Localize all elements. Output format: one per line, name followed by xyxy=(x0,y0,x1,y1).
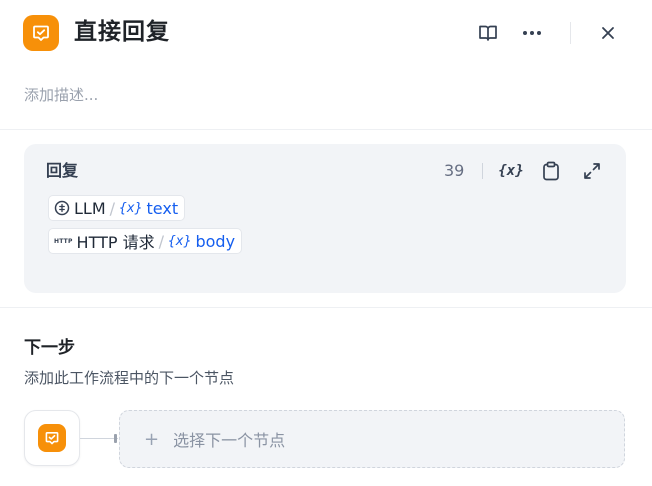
variable-name: body xyxy=(195,231,236,251)
count-divider xyxy=(482,163,483,179)
reply-editor[interactable]: 回复 39 {x} LLM / {x} text HTTP HTTP 请求 / … xyxy=(24,144,626,293)
header-divider xyxy=(570,22,571,44)
expand-icon[interactable] xyxy=(579,158,605,184)
plus-icon: + xyxy=(144,428,160,450)
divider xyxy=(0,129,652,130)
variable-icon: {x} xyxy=(167,233,192,249)
variable-node-name: LLM xyxy=(74,198,106,218)
current-node-thumb xyxy=(24,410,80,466)
select-next-node-label: 选择下一个节点 xyxy=(173,431,286,450)
llm-icon xyxy=(54,200,70,216)
char-count: 39 xyxy=(444,161,465,180)
connector-handle xyxy=(114,434,117,443)
variable-tag-http-body[interactable]: HTTP HTTP 请求 / {x} body xyxy=(48,228,243,254)
description-input[interactable]: 添加描述... xyxy=(24,84,98,106)
answer-node-icon xyxy=(38,424,66,452)
clipboard-icon[interactable] xyxy=(538,158,564,184)
reply-label: 回复 xyxy=(46,161,79,180)
panel-header: 直接回复 xyxy=(0,0,652,70)
more-icon[interactable] xyxy=(519,20,545,46)
variable-node-name: HTTP 请求 xyxy=(76,233,155,252)
node-title[interactable]: 直接回复 xyxy=(74,16,170,48)
http-icon: HTTP xyxy=(54,237,73,245)
book-icon[interactable] xyxy=(475,20,501,46)
next-step-description: 添加此工作流程中的下一个节点 xyxy=(24,369,235,387)
variable-separator: / xyxy=(158,231,164,251)
variable-icon: {x} xyxy=(119,200,143,216)
variable-tag-llm-text[interactable]: LLM / {x} text xyxy=(48,195,186,221)
close-icon[interactable] xyxy=(595,20,621,46)
variable-insert-icon[interactable]: {x} xyxy=(498,158,524,184)
answer-node-icon xyxy=(23,15,59,51)
next-step-title: 下一步 xyxy=(24,338,75,358)
connector-line xyxy=(80,438,118,439)
divider xyxy=(0,307,652,308)
variable-separator: / xyxy=(109,198,116,218)
select-next-node-button[interactable]: + 选择下一个节点 xyxy=(119,410,625,468)
variable-name: text xyxy=(146,198,179,218)
